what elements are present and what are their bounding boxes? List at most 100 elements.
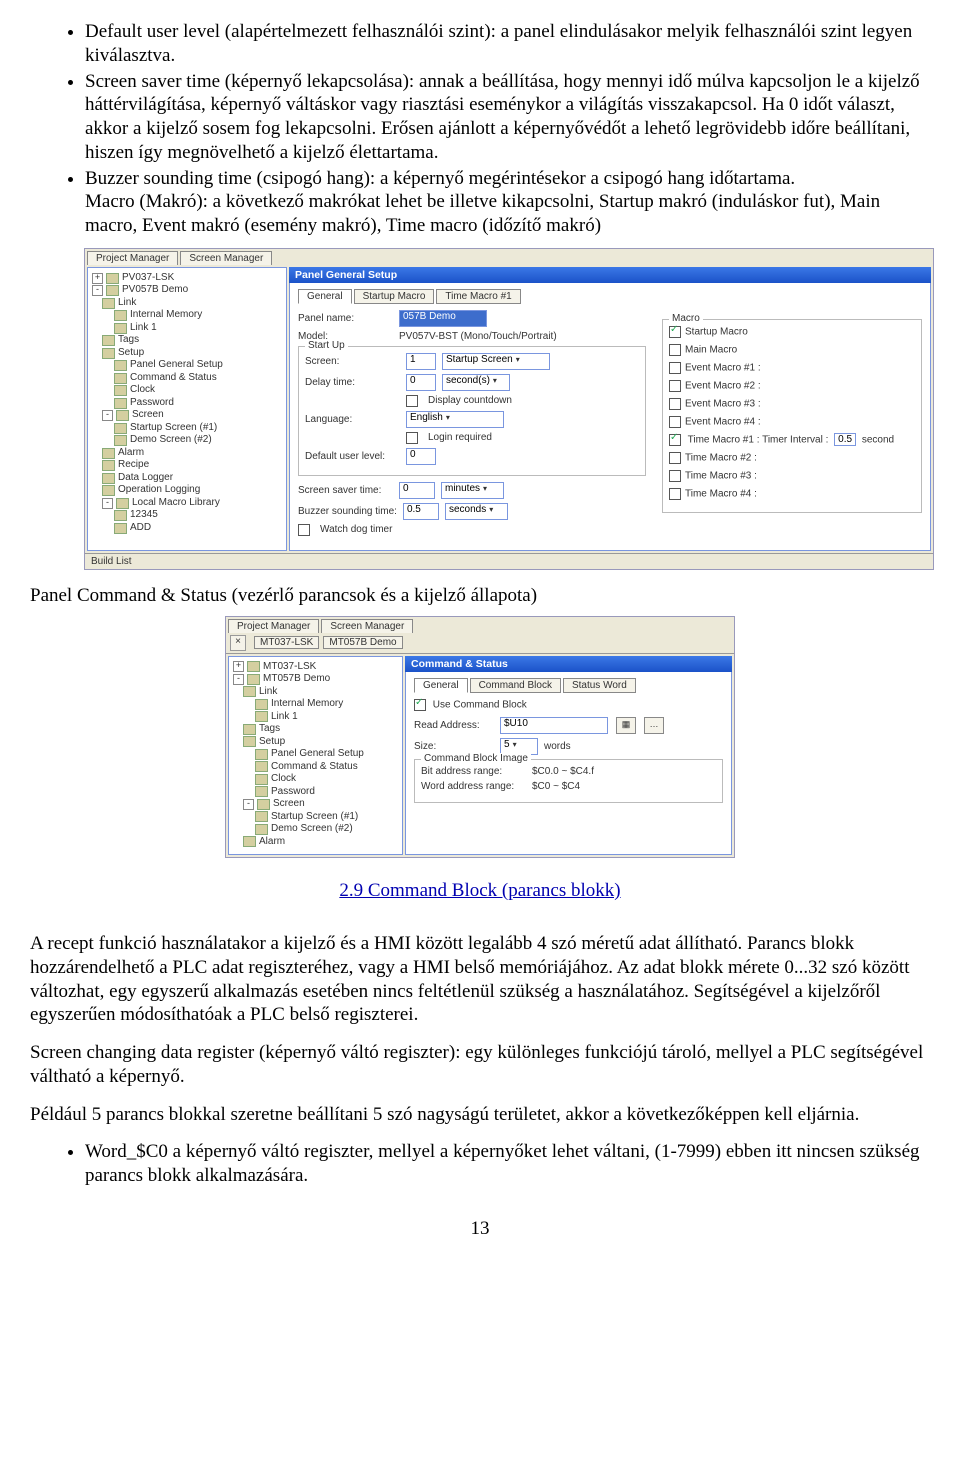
tree-node[interactable]: Demo Screen (#2) [130,434,212,447]
time-macro4-checkbox[interactable] [669,488,681,500]
tab-general[interactable]: General [298,289,352,304]
tree-node[interactable]: Link [118,297,136,310]
screen-num-input[interactable]: 1 [406,353,436,370]
tab-status-word[interactable]: Status Word [563,678,636,693]
display-countdown-label: Display countdown [428,395,512,406]
tree-node[interactable]: Tags [259,723,280,736]
tree-node[interactable]: Local Macro Library [132,497,220,510]
expand-icon[interactable]: - [233,674,244,685]
path-tab-2[interactable]: MT057B Demo [323,636,402,649]
read-address-label: Read Address: [414,720,494,731]
tree-node[interactable]: Command & Status [130,372,217,385]
tree-node[interactable]: Clock [271,773,296,786]
top-bullet-list: Default user level (alapértelmezett felh… [30,20,930,238]
tree-node[interactable]: Data Logger [118,472,173,485]
tree-node[interactable]: Alarm [118,447,144,460]
tree-node[interactable]: MT037-LSK [263,661,316,674]
tree-node[interactable]: PV057B Demo [122,284,188,297]
use-command-block-checkbox[interactable] [414,699,426,711]
build-list-tab[interactable]: Build List [85,553,933,569]
tab-general[interactable]: General [414,678,468,693]
time-macro2-checkbox[interactable] [669,452,681,464]
tree-node[interactable]: Clock [130,384,155,397]
tree-node[interactable]: Command & Status [271,761,358,774]
panel-name-input[interactable]: 057B Demo [399,310,487,327]
tab-command-block[interactable]: Command Block [470,678,561,693]
delay-input[interactable]: 0 [406,374,436,391]
display-countdown-checkbox[interactable] [406,395,418,407]
login-required-checkbox[interactable] [406,432,418,444]
tree-node[interactable]: MT057B Demo [263,673,330,686]
shot1-tree[interactable]: + PV037-LSK - PV057B Demo Link Internal Me… [87,267,287,551]
path-tab-1[interactable]: MT037-LSK [254,636,319,649]
tree-node[interactable]: Operation Logging [118,484,200,497]
tree-node[interactable]: 12345 [130,509,158,522]
tree-node[interactable]: Startup Screen (#1) [271,811,358,824]
tree-node[interactable]: Panel General Setup [271,748,364,761]
tree-node[interactable]: Internal Memory [271,698,343,711]
tree-node[interactable]: Password [130,397,174,410]
tree-node[interactable]: Internal Memory [130,309,202,322]
time-macro1-interval-input[interactable]: 0.5 [834,433,856,446]
tab-screen-manager[interactable]: Screen Manager [321,619,413,633]
expand-icon[interactable]: - [92,285,103,296]
tab-startup-macro[interactable]: Startup Macro [354,289,435,304]
tree-node[interactable]: Recipe [118,459,149,472]
word-range-value: $C0 ~ $C4 [532,781,580,792]
tree-node[interactable]: Password [271,786,315,799]
tree-node[interactable]: Link 1 [130,322,157,335]
delay-unit-drop[interactable]: second(s) [442,374,510,391]
tree-node[interactable]: Setup [118,347,144,360]
screen-icon [116,410,129,421]
tree-node[interactable]: Alarm [259,836,285,849]
language-drop[interactable]: English [406,411,504,428]
main-macro-checkbox[interactable] [669,344,681,356]
expand-icon[interactable]: - [102,410,113,421]
tree-node[interactable]: Tags [118,334,139,347]
expand-icon[interactable]: - [102,498,113,509]
bst-input[interactable]: 0.5 [403,503,439,520]
item-icon [114,423,127,434]
tab-project-manager[interactable]: Project Manager [228,619,319,633]
tree-node[interactable]: Demo Screen (#2) [271,823,353,836]
sst-unit[interactable]: minutes [441,482,504,499]
event-macro2-checkbox[interactable] [669,380,681,392]
tree-node[interactable]: ADD [130,522,151,535]
event-macro4-label: Event Macro #4 : [685,416,761,427]
panel-name-label: Panel name: [298,313,393,324]
expand-icon[interactable]: - [243,799,254,810]
tree-node[interactable]: Screen [273,798,305,811]
setup-icon [243,736,256,747]
event-macro3-checkbox[interactable] [669,398,681,410]
shot2-tree[interactable]: + MT037-LSK - MT057B Demo Link Internal Me… [228,656,403,856]
time-macro3-checkbox[interactable] [669,470,681,482]
tree-node[interactable]: PV037-LSK [122,272,174,285]
address-btn-2[interactable]: … [644,717,664,734]
tree-node[interactable]: Screen [132,409,164,422]
event-macro1-checkbox[interactable] [669,362,681,374]
watchdog-label: Watch dog timer [320,524,392,535]
close-icon[interactable]: × [230,635,246,651]
tree-node[interactable]: Startup Screen (#1) [130,422,217,435]
tab-project-manager[interactable]: Project Manager [87,251,178,265]
screen-drop[interactable]: Startup Screen [442,353,550,370]
time-macro1-checkbox[interactable] [669,434,681,446]
default-level-input[interactable]: 0 [406,448,436,465]
tree-node[interactable]: Setup [259,736,285,749]
tab-time-macro-1[interactable]: Time Macro #1 [436,289,520,304]
bst-unit[interactable]: seconds [445,503,508,520]
expand-icon[interactable]: + [92,273,103,284]
address-btn-1[interactable]: ▦ [616,717,636,734]
expand-icon[interactable]: + [233,661,244,672]
alarm-icon [102,448,115,459]
tree-node[interactable]: Panel General Setup [130,359,223,372]
bottom-bullet-list: Word_$C0 a képernyő váltó regiszter, mel… [30,1140,930,1188]
watchdog-checkbox[interactable] [298,524,310,536]
read-address-input[interactable]: $U10 [500,717,608,734]
event-macro4-checkbox[interactable] [669,416,681,428]
tab-screen-manager[interactable]: Screen Manager [180,251,272,265]
sst-input[interactable]: 0 [399,482,435,499]
tree-node[interactable]: Link 1 [271,711,298,724]
startup-macro-checkbox[interactable] [669,326,681,338]
tree-node[interactable]: Link [259,686,277,699]
